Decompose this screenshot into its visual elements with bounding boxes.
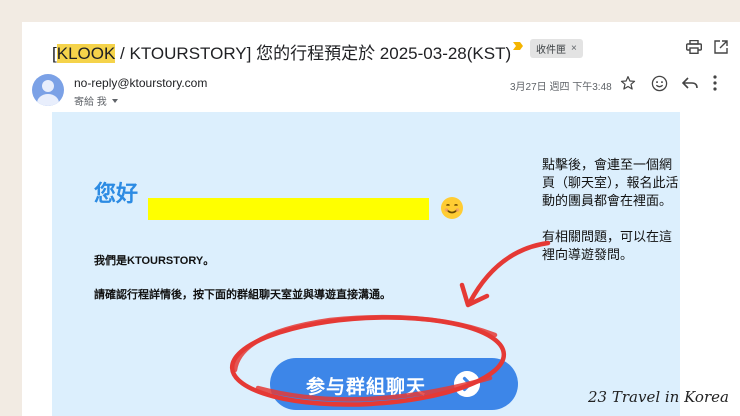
add-reaction-button[interactable] (650, 74, 668, 92)
email-date: 3月27日 週四 下午3:48 (510, 82, 612, 93)
join-group-chat-button[interactable]: 参与群組聊天 (270, 358, 518, 410)
annotation-note: 點擊後，會連至一個網頁（聊天室），報名此活動的團員都會在裡面。 有相關問題，可以… (542, 157, 682, 265)
sender-address: no-reply@ktourstory.com (74, 76, 208, 90)
recipient-line[interactable]: 寄給 我 (74, 93, 119, 108)
star-icon (620, 76, 636, 90)
email-subject: [KLOOK / KTOURSTORY] 您的行程預定於 2025-03-28(… (52, 39, 511, 64)
arrow-right-icon (454, 371, 480, 397)
open-new-window-button[interactable] (714, 40, 728, 54)
subject-rest: / KTOURSTORY] 您的行程預定於 2025-03-28(KST) (115, 44, 512, 63)
avatar-head-shape (42, 80, 54, 92)
inbox-label: 收件匣 (536, 45, 566, 56)
importance-marker-icon[interactable] (512, 40, 524, 52)
print-icon (686, 40, 702, 54)
more-options-button[interactable] (712, 74, 718, 92)
annotation-note-2: 有相關問題，可以在這裡向導遊發問。 (542, 230, 673, 263)
inbox-label-chip: 收件匣 × (530, 39, 583, 58)
subject-highlight: KLOOK (56, 44, 116, 63)
redacted-name (148, 198, 429, 220)
instruction-text: 請確認行程詳情後，按下面的群組聊天室並與導遊直接溝通。 (94, 289, 391, 301)
annotation-note-1: 點擊後，會連至一個網頁（聊天室），報名此活動的團員都會在裡面。 (542, 158, 679, 209)
smiley-icon (651, 75, 667, 91)
greeting: 您好 (94, 181, 139, 206)
reply-icon (682, 77, 698, 89)
open-in-new-icon (714, 40, 728, 54)
dropdown-caret-icon (111, 98, 118, 103)
more-vert-icon (713, 75, 717, 91)
smiling-face-icon (441, 197, 463, 219)
star-button[interactable] (619, 74, 637, 92)
remove-label-button[interactable]: × (571, 43, 577, 54)
sender-avatar (32, 74, 64, 106)
reply-button[interactable] (682, 76, 698, 90)
avatar-body-shape (37, 94, 59, 106)
recipient-label: 寄給 我 (74, 97, 107, 108)
print-button[interactable] (686, 40, 702, 54)
watermark-text: 23 Travel in Korea (588, 388, 729, 406)
intro-text: 我們是KTOURSTORY。 (94, 255, 215, 267)
join-group-chat-label: 参与群組聊天 (306, 377, 427, 398)
